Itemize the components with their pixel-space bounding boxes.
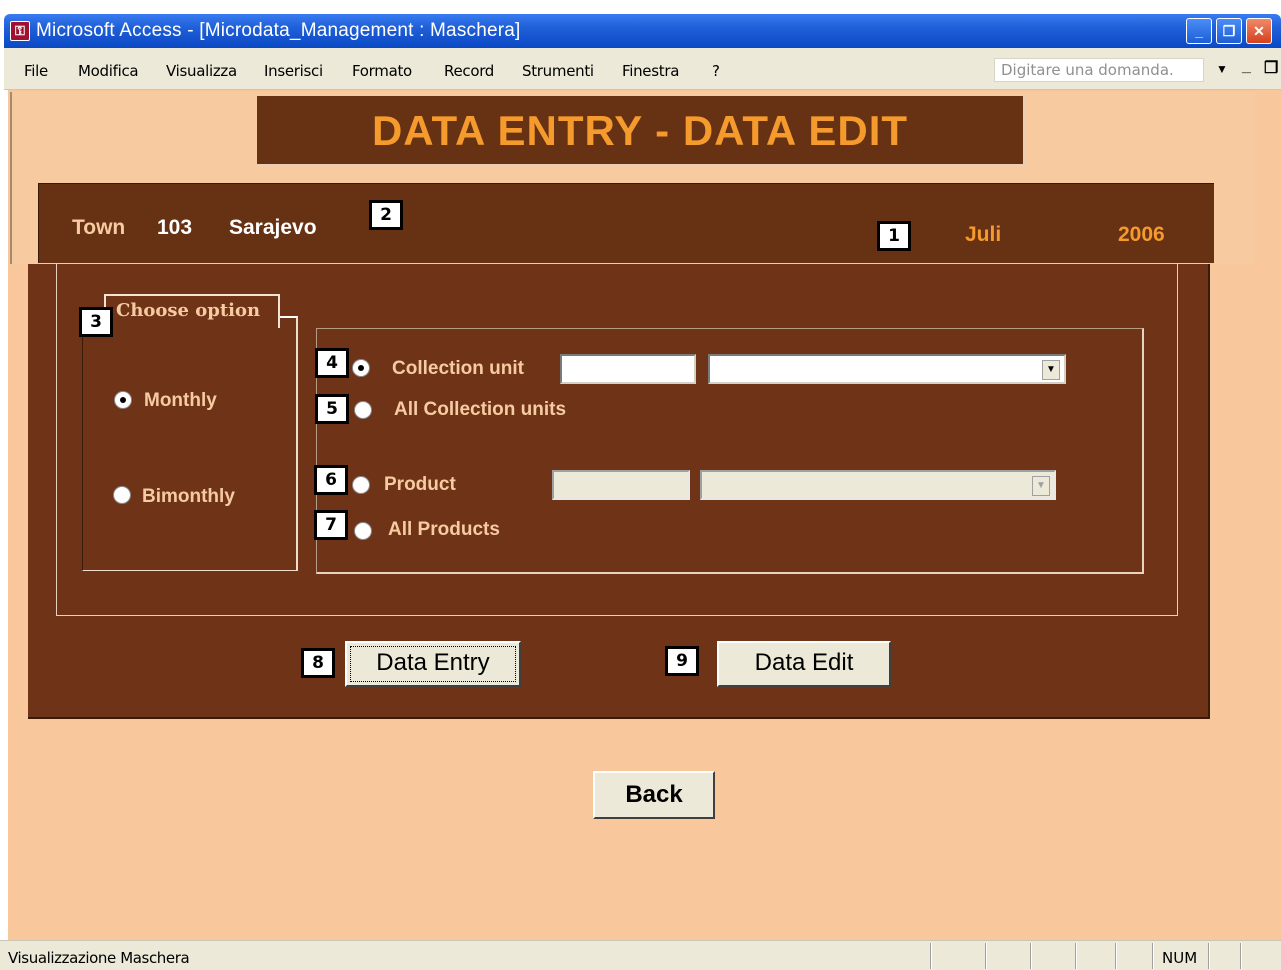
menu-help[interactable]: ? bbox=[712, 62, 720, 80]
status-divider bbox=[1075, 943, 1077, 969]
annotation-badge-8: 8 bbox=[301, 648, 335, 678]
location-info-bar bbox=[38, 183, 1214, 263]
product-code-field[interactable] bbox=[552, 470, 690, 500]
restore-button[interactable]: ❐ bbox=[1216, 18, 1242, 44]
status-divider bbox=[1030, 943, 1032, 969]
collection-unit-radio[interactable] bbox=[352, 359, 370, 377]
chevron-down-icon[interactable]: ▼ bbox=[1042, 360, 1060, 380]
menu-record[interactable]: Record bbox=[444, 62, 494, 80]
annotation-badge-2: 2 bbox=[369, 200, 403, 230]
annotation-badge-9: 9 bbox=[665, 646, 699, 676]
town-name: Sarajevo bbox=[229, 216, 317, 239]
product-radio[interactable] bbox=[352, 476, 370, 494]
status-divider bbox=[1152, 943, 1154, 969]
bimonthly-radio[interactable] bbox=[113, 486, 131, 504]
data-entry-button[interactable]: Data Entry bbox=[345, 641, 521, 687]
ask-question-input[interactable]: Digitare una domanda. bbox=[994, 58, 1204, 82]
month-value: Juli bbox=[965, 223, 1002, 246]
num-lock-indicator: NUM bbox=[1162, 949, 1198, 967]
product-label: Product bbox=[384, 474, 456, 495]
annotation-badge-6: 6 bbox=[314, 465, 348, 495]
all-collection-units-radio[interactable] bbox=[354, 401, 372, 419]
status-divider bbox=[985, 943, 987, 969]
menu-finestra[interactable]: Finestra bbox=[622, 62, 679, 80]
annotation-badge-4: 4 bbox=[315, 348, 349, 378]
annotation-badge-5: 5 bbox=[315, 394, 349, 424]
bimonthly-label: Bimonthly bbox=[142, 486, 235, 507]
chevron-down-icon[interactable]: ▼ bbox=[1216, 62, 1228, 76]
menu-inserisci[interactable]: Inserisci bbox=[264, 62, 323, 80]
all-products-radio[interactable] bbox=[354, 522, 372, 540]
year-value: 2006 bbox=[1118, 223, 1165, 246]
window-title: Microsoft Access - [Microdata_Management… bbox=[36, 20, 521, 41]
monthly-radio[interactable] bbox=[114, 391, 132, 409]
menu-bar: File Modifica Visualizza Inserisci Forma… bbox=[4, 48, 1281, 90]
collection-unit-label: Collection unit bbox=[392, 358, 524, 379]
status-divider bbox=[1208, 943, 1210, 969]
monthly-label: Monthly bbox=[144, 390, 217, 411]
menu-file[interactable]: File bbox=[24, 62, 48, 80]
annotation-badge-7: 7 bbox=[314, 510, 348, 540]
frequency-option-group bbox=[82, 316, 298, 571]
menu-formato[interactable]: Formato bbox=[352, 62, 412, 80]
window-title-bar: ⚿ Microsoft Access - [Microdata_Manageme… bbox=[4, 14, 1281, 48]
document-minimize-icon[interactable]: _ bbox=[1242, 58, 1251, 76]
close-button[interactable]: ✕ bbox=[1246, 18, 1272, 44]
product-select[interactable]: ▼ bbox=[700, 470, 1056, 500]
status-divider bbox=[930, 943, 932, 969]
status-bar: Visualizzazione Maschera NUM bbox=[0, 940, 1281, 970]
collection-unit-code-field[interactable] bbox=[560, 354, 696, 384]
all-products-label: All Products bbox=[388, 519, 500, 540]
annotation-badge-3: 3 bbox=[79, 307, 113, 337]
chevron-down-icon[interactable]: ▼ bbox=[1032, 476, 1050, 496]
town-code: 103 bbox=[157, 216, 193, 239]
back-button[interactable]: Back bbox=[593, 771, 715, 819]
data-edit-button[interactable]: Data Edit bbox=[717, 641, 891, 687]
document-restore-icon[interactable]: ❐ bbox=[1264, 58, 1278, 78]
town-label: Town bbox=[72, 216, 126, 239]
status-text: Visualizzazione Maschera bbox=[8, 949, 190, 967]
minimize-button[interactable]: _ bbox=[1186, 18, 1212, 44]
option-group-label: Choose option bbox=[104, 294, 280, 328]
menu-strumenti[interactable]: Strumenti bbox=[522, 62, 594, 80]
status-divider bbox=[1115, 943, 1117, 969]
page-title: DATA ENTRY - DATA EDIT bbox=[257, 96, 1025, 166]
annotation-badge-1: 1 bbox=[877, 221, 911, 251]
all-collection-units-label: All Collection units bbox=[394, 399, 567, 420]
collection-unit-select[interactable]: ▼ bbox=[708, 354, 1066, 384]
menu-modifica[interactable]: Modifica bbox=[78, 62, 139, 80]
menu-visualizza[interactable]: Visualizza bbox=[166, 62, 237, 80]
access-app-icon[interactable]: ⚿ bbox=[10, 21, 30, 41]
status-divider bbox=[1240, 943, 1242, 969]
